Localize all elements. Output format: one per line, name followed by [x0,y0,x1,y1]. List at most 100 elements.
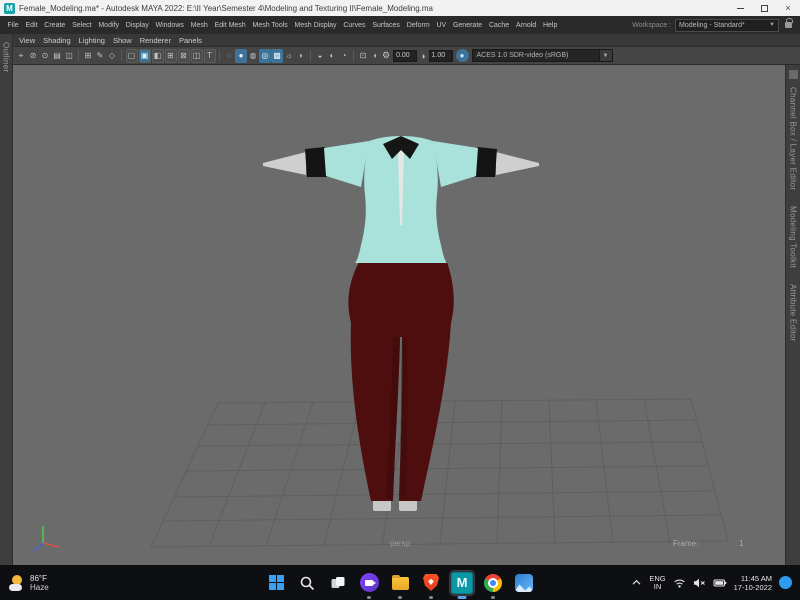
brave-browser-button[interactable] [419,571,443,595]
panel-menu-item[interactable]: Renderer [136,36,175,45]
textured-icon[interactable]: ◍ [247,49,259,63]
tab-attribute-editor[interactable]: Attribute Editor [789,284,798,342]
content-area: Outliner ViewShadingLightingShowRenderer… [0,34,800,565]
close-button[interactable]: × [776,0,800,16]
menu-bar: FileEditCreateSelectModifyDisplayWindows… [0,16,800,34]
left-cuff [305,147,327,177]
select-camera-icon[interactable]: ⌖ [15,49,27,63]
task-view-button[interactable] [326,571,350,595]
viewport-3d[interactable]: persp Frame: 1 [13,65,785,565]
exposure-gear-icon[interactable]: ⚙ [382,50,390,61]
panel-toggle-icon[interactable] [789,70,798,79]
lights-icon[interactable]: ☼ [283,49,295,63]
menu-item[interactable]: Surfaces [369,22,403,29]
image-plane-icon[interactable]: ◫ [63,49,75,63]
isolate-select-icon[interactable]: ⊡ [357,49,369,63]
tray-chevron-up-icon[interactable] [631,577,642,588]
menu-item[interactable]: Deform [403,22,433,29]
use-default-material-icon[interactable]: ◎ [259,49,271,63]
wifi-icon[interactable] [673,577,686,589]
video-app-button[interactable] [357,571,381,595]
search-button[interactable] [295,571,319,595]
speaker-muted-icon[interactable] [693,577,706,589]
weather-widget[interactable]: 86°F Haze [0,574,49,592]
wireframe-icon[interactable]: ◌ [223,49,235,63]
menu-item[interactable]: Generate [450,22,486,29]
notifications-badge[interactable] [779,576,792,589]
gamma-icon[interactable]: ◑ [420,51,425,61]
panel-menu-item[interactable]: View [15,36,39,45]
motion-blur-icon[interactable]: ◐ [326,49,338,63]
maximize-button[interactable] [752,0,776,16]
snap-icon[interactable]: ◇ [106,49,118,63]
grid-floor [151,399,728,547]
gate-mask-icon[interactable]: ◧ [152,49,164,63]
gamma-field[interactable] [429,50,453,62]
smooth-shade-icon[interactable]: ● [235,49,247,63]
start-button[interactable] [264,571,288,595]
window-title: Female_Modeling.ma* - Autodesk MAYA 2022… [19,4,433,13]
viewport-row: persp Frame: 1 Channel Box / Layer Edito… [13,65,800,565]
tab-outliner[interactable]: Outliner [2,42,11,72]
multisample-icon[interactable]: ◔ [338,49,350,63]
menu-item[interactable]: Arnold [513,22,540,29]
bookmarks-icon[interactable]: ▤ [51,49,63,63]
field-chart-icon[interactable]: ⊞ [165,49,177,63]
safe-action-icon[interactable]: ⊠ [178,49,190,63]
menu-item[interactable]: Mesh [187,22,211,29]
grease-pencil-icon[interactable]: ✎ [94,49,106,63]
menu-item[interactable]: Edit Mesh [211,22,249,29]
resolution-gate-icon[interactable]: ▣ [139,49,151,63]
safe-title-icon[interactable]: ◫ [191,49,203,63]
system-tray: ENG IN 11:45 AM 17-10-2022 [631,574,800,592]
lock-camera-icon[interactable]: ⊘ [27,49,39,63]
menu-item[interactable]: Curves [340,22,369,29]
menu-item[interactable]: Mesh Display [291,22,340,29]
menu-item[interactable]: Create [41,22,69,29]
menu-item[interactable]: File [4,22,22,29]
tab-channel-box[interactable]: Channel Box / Layer Editor [789,87,798,190]
two-d-pan-zoom-icon[interactable]: ⊞ [82,49,94,63]
exposure-field[interactable] [393,50,417,62]
panel-menu-item[interactable]: Show [109,36,136,45]
hud-icon[interactable]: T [204,49,216,63]
menu-item[interactable]: Windows [152,22,187,29]
tray-time: 11:45 AM [741,574,772,583]
task-view-icon [330,575,346,591]
wireframe-on-shaded-icon[interactable]: ▩ [271,49,283,63]
menu-item[interactable]: Help [540,22,561,29]
shadows-icon[interactable]: ◗ [295,49,307,63]
menu-item[interactable]: Mesh Tools [249,22,291,29]
menu-item[interactable]: Cache [486,22,513,29]
file-explorer-button[interactable] [388,571,412,595]
chrome-button[interactable] [481,571,505,595]
menu-item[interactable]: Display [122,22,152,29]
maya-taskbar-button[interactable]: M [450,571,474,595]
clock-widget[interactable]: 11:45 AM 17-10-2022 [734,574,772,592]
minimize-button[interactable] [728,0,752,16]
camera-attributes-icon[interactable]: ⊙ [39,49,51,63]
film-gate-icon[interactable]: ▢ [126,49,138,63]
lock-icon[interactable] [785,22,792,28]
panel-menu-item[interactable]: Panels [175,36,206,45]
language-indicator[interactable]: ENG IN [649,575,665,591]
xray-icon[interactable]: ◖ [369,49,381,63]
tab-modeling-toolkit[interactable]: Modeling Toolkit [789,206,798,268]
panel-menu-item[interactable]: Lighting [75,36,109,45]
menu-item[interactable]: UV [433,22,450,29]
menu-list: FileEditCreateSelectModifyDisplayWindows… [4,22,561,29]
view-transform-select[interactable]: ACES 1.0 SDR-video (sRGB) [472,49,600,62]
color-management-icon[interactable]: ● [456,49,469,62]
screen-space-ao-icon[interactable]: ◒ [314,49,326,63]
menu-item[interactable]: Modify [95,22,122,29]
menu-item[interactable]: Select [69,22,95,29]
workspace-area: Workspace : Modeling - Standard* ▼ [632,19,796,32]
panel-menu-item[interactable]: Shading [39,36,75,45]
workspace-value: Modeling - Standard* [679,22,745,29]
battery-icon[interactable] [713,577,727,589]
menu-item[interactable]: Edit [22,22,41,29]
workspace-select[interactable]: Modeling - Standard* ▼ [675,19,779,32]
photos-app-button[interactable] [512,571,536,595]
view-transform-arrow[interactable]: ▼ [600,49,613,62]
right-sidebar-strip: Channel Box / Layer Editor Modeling Tool… [785,65,800,565]
